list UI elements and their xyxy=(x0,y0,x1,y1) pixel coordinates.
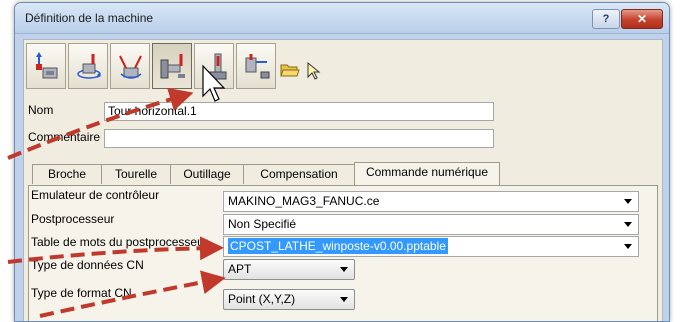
nc-data-type-value: APT xyxy=(228,262,252,276)
controller-emulator-combo[interactable]: MAKINO_MAG3_FANUC.ce xyxy=(223,191,639,212)
vertical-machine-button[interactable] xyxy=(194,43,234,89)
controller-emulator-value: MAKINO_MAG3_FANUC.ce xyxy=(228,194,380,208)
tab-broche[interactable]: Broche xyxy=(32,164,102,184)
help-button[interactable]: ? xyxy=(592,9,620,29)
vertical-machine-icon xyxy=(203,53,227,80)
name-label: Nom xyxy=(28,103,54,117)
nc-data-type-combo[interactable]: APT xyxy=(223,259,355,280)
open-folder-icon xyxy=(280,64,300,77)
name-field[interactable]: Tour horizontal.1 xyxy=(104,102,494,121)
machine-axis-icon xyxy=(36,52,58,79)
tab-tourelle[interactable]: Tourelle xyxy=(101,164,171,184)
comment-label: Commentaire xyxy=(28,130,101,144)
comment-field[interactable] xyxy=(104,129,494,148)
window-title: Définition de la machine xyxy=(25,11,154,25)
tab-outillage[interactable]: Outillage xyxy=(170,164,244,184)
postprocessor-word-table-value: CPOST_LATHE_winposte-v0.00.pptable xyxy=(228,238,448,254)
chevron-down-icon xyxy=(340,297,348,302)
chevron-down-icon xyxy=(340,267,348,272)
machine-axis-button[interactable] xyxy=(26,43,66,89)
horizontal-lathe-icon xyxy=(160,54,185,79)
nc-format-type-label: Type de format CN xyxy=(31,286,132,300)
title-bar: Définition de la machine ? ✕ xyxy=(15,3,669,34)
nc-format-type-value: Point (X,Y,Z) xyxy=(228,292,296,306)
open-folder-button[interactable] xyxy=(278,59,302,83)
nc-format-type-combo[interactable]: Point (X,Y,Z) xyxy=(223,289,355,310)
select-arrow-button[interactable] xyxy=(302,59,326,83)
postprocessor-word-table-combo[interactable]: CPOST_LATHE_winposte-v0.00.pptable xyxy=(223,236,639,257)
dialog-content: Nom Tour horizontal.1 Commentaire Broche… xyxy=(23,39,663,321)
chevron-down-icon xyxy=(624,199,632,204)
postprocessor-label: Postprocesseur xyxy=(31,212,115,226)
horizontal-lathe-button[interactable] xyxy=(152,43,192,89)
tool-axes-icon xyxy=(119,55,142,79)
close-button[interactable]: ✕ xyxy=(621,9,663,29)
controller-emulator-label: Emulateur de contrôleur xyxy=(31,188,160,202)
rotary-table-button[interactable] xyxy=(68,43,108,89)
select-arrow-icon xyxy=(307,61,321,80)
chevron-down-icon xyxy=(624,222,632,227)
turret-machine-button[interactable] xyxy=(236,43,276,89)
tab-compensation[interactable]: Compensation xyxy=(243,164,355,184)
machine-definition-dialog: Définition de la machine ? ✕ Nom Tour ho… xyxy=(14,2,670,322)
postprocessor-value: Non Specifié xyxy=(228,217,297,231)
tab-commande-numerique[interactable]: Commande numérique xyxy=(354,162,500,185)
nc-data-type-label: Type de données CN xyxy=(31,258,144,272)
postprocessor-word-table-label: Table de mots du postprocesseur xyxy=(31,235,208,249)
rotary-table-icon xyxy=(77,54,101,79)
postprocessor-combo[interactable]: Non Specifié xyxy=(223,214,639,235)
tool-axes-button[interactable] xyxy=(110,43,150,89)
chevron-down-icon xyxy=(624,244,632,249)
turret-machine-icon xyxy=(245,54,270,79)
screenshot-stage: Définition de la machine ? ✕ Nom Tour ho… xyxy=(0,0,682,322)
nc-tab-panel: Emulateur de contrôleur MAKINO_MAG3_FANU… xyxy=(28,185,658,321)
